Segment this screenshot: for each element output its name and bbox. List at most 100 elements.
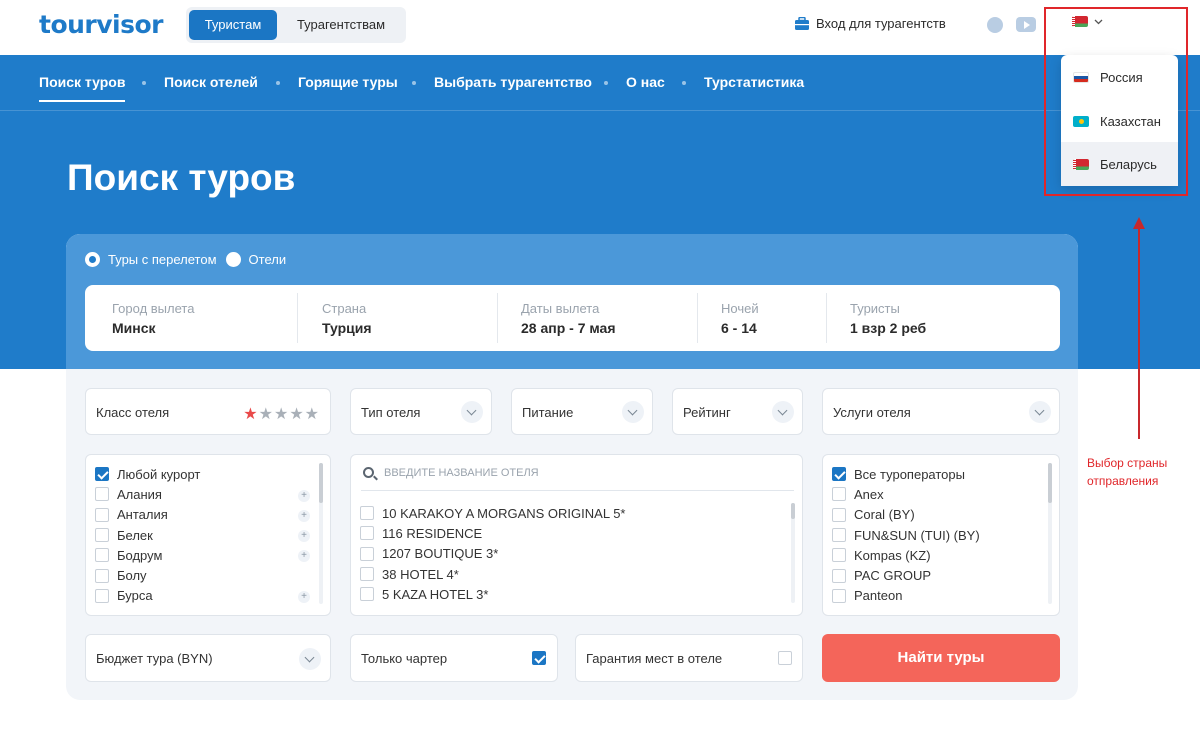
country-field[interactable]: Страна Турция: [322, 285, 497, 351]
radio-hotels[interactable]: [225, 252, 241, 267]
resort-name: Алания: [117, 486, 162, 502]
expand-plus-icon[interactable]: +: [298, 550, 310, 562]
checkbox[interactable]: [95, 467, 109, 482]
list-item[interactable]: Бурса: [95, 586, 200, 606]
checkbox[interactable]: [360, 526, 374, 541]
checkbox[interactable]: [360, 506, 374, 521]
star-icon[interactable]: ★: [305, 404, 320, 423]
resort-name: Бурса: [117, 588, 153, 604]
tourists-field[interactable]: Туристы 1 взр 2 реб: [850, 285, 1030, 351]
checkbox[interactable]: [95, 548, 109, 563]
budget-filter[interactable]: Бюджет тура (BYN): [85, 634, 331, 682]
operator-name: Coral (BY): [854, 507, 915, 523]
hotel-class-filter[interactable]: Класс отеля ★★★★★: [85, 388, 331, 435]
operator-name: FUN&SUN (TUI) (BY): [854, 527, 980, 543]
list-item[interactable]: Любой курорт: [95, 464, 200, 484]
youtube-icon[interactable]: [1016, 17, 1036, 32]
list-item[interactable]: Anex: [832, 484, 980, 504]
hotel-name: 38 HOTEL 4*: [382, 566, 459, 582]
main-search-fields: Город вылета Минск Страна Турция Даты вы…: [85, 285, 1060, 351]
list-item[interactable]: 10 KARAKOY A MORGANS ORIGINAL 5*: [360, 503, 625, 523]
list-item[interactable]: Бодрум: [95, 545, 200, 565]
field-divider: [497, 293, 498, 343]
nights-field[interactable]: Ночей 6 - 14: [721, 285, 826, 351]
list-item[interactable]: Kompas (KZ): [832, 545, 980, 565]
nav-item-tour-statistics[interactable]: Турстатистика: [704, 74, 804, 90]
hotel-services-filter[interactable]: Услуги отеля: [822, 388, 1060, 435]
list-item[interactable]: Все туроператоры: [832, 464, 980, 484]
nav-item-hotel-search[interactable]: Поиск отелей: [164, 74, 258, 90]
checkbox[interactable]: [832, 467, 846, 482]
list-item[interactable]: 116 RESIDENCE: [360, 523, 625, 543]
field-label: Город вылета: [112, 301, 195, 316]
tourists-tab[interactable]: Туристам: [189, 10, 277, 40]
agencies-tab[interactable]: Турагентствам: [281, 10, 401, 40]
checkbox[interactable]: [832, 487, 846, 502]
room-guarantee-option[interactable]: Гарантия мест в отеле: [575, 634, 803, 682]
star-icon[interactable]: ★: [274, 404, 289, 423]
checkbox[interactable]: [95, 487, 109, 502]
agent-login-link[interactable]: Вход для турагентств: [794, 16, 946, 31]
tourvisor-logo[interactable]: tourvisor: [39, 10, 164, 39]
checkbox[interactable]: [832, 548, 846, 563]
list-item[interactable]: FUN&SUN (TUI) (BY): [832, 525, 980, 545]
list-item[interactable]: Coral (BY): [832, 505, 980, 525]
list-item[interactable]: Анталия: [95, 505, 200, 525]
radio-tours-with-flight[interactable]: [85, 252, 100, 267]
expand-plus-icon[interactable]: +: [298, 591, 310, 603]
checkbox[interactable]: [95, 528, 109, 543]
find-tours-button[interactable]: Найти туры: [822, 634, 1060, 682]
list-item[interactable]: PAC GROUP: [832, 565, 980, 585]
nav-item-hot-tours[interactable]: Горящие туры: [298, 74, 398, 90]
star-icon[interactable]: ★: [289, 404, 304, 423]
top-bar: tourvisor Туристам Турагентствам Вход дл…: [0, 0, 1200, 55]
checkbox[interactable]: [832, 568, 846, 583]
field-value: 28 апр - 7 мая: [521, 320, 616, 336]
page-title: Поиск туров: [67, 157, 296, 198]
hotel-type-filter[interactable]: Тип отеля: [350, 388, 492, 435]
checkbox[interactable]: [360, 546, 374, 561]
radio-label-hotels: Отели: [248, 252, 287, 267]
nav-item-choose-agency[interactable]: Выбрать турагентство: [434, 74, 592, 90]
checkbox[interactable]: [832, 507, 846, 522]
hotel-search-input[interactable]: [384, 466, 764, 479]
plus-circle-icon[interactable]: [987, 17, 1003, 33]
checkbox[interactable]: [95, 507, 109, 522]
rating-filter[interactable]: Рейтинг: [672, 388, 803, 435]
hotel-name: 116 RESIDENCE: [382, 525, 483, 541]
departure-city-field[interactable]: Город вылета Минск: [112, 285, 297, 351]
filter-label: Бюджет тура (BYN): [96, 651, 213, 666]
list-item[interactable]: Алания: [95, 484, 200, 504]
star-icon[interactable]: ★: [243, 404, 258, 423]
scrollbar[interactable]: [319, 463, 323, 604]
checkbox[interactable]: [95, 588, 109, 603]
list-item[interactable]: Panteon: [832, 586, 980, 606]
expand-plus-icon[interactable]: +: [298, 530, 310, 542]
checkbox[interactable]: [360, 567, 374, 582]
star-rating[interactable]: ★★★★★: [243, 404, 320, 423]
field-value: 6 - 14: [721, 320, 757, 336]
list-item[interactable]: 38 HOTEL 4*: [360, 564, 625, 584]
room-guarantee-checkbox[interactable]: [778, 651, 792, 665]
nav-item-tour-search[interactable]: Поиск туров: [39, 74, 126, 102]
field-divider: [826, 293, 827, 343]
scrollbar[interactable]: [1048, 463, 1052, 604]
list-item[interactable]: Болу: [95, 565, 200, 585]
expand-plus-icon[interactable]: +: [298, 490, 310, 502]
field-label: Страна: [322, 301, 367, 316]
charter-only-option[interactable]: Только чартер: [350, 634, 558, 682]
star-icon[interactable]: ★: [259, 404, 274, 423]
list-item[interactable]: 1207 BOUTIQUE 3*: [360, 544, 625, 564]
expand-plus-icon[interactable]: +: [298, 510, 310, 522]
list-item[interactable]: Белек: [95, 525, 200, 545]
checkbox[interactable]: [832, 588, 846, 603]
departure-dates-field[interactable]: Даты вылета 28 апр - 7 мая: [521, 285, 696, 351]
checkbox[interactable]: [95, 568, 109, 583]
checkbox[interactable]: [360, 587, 374, 602]
scrollbar[interactable]: [791, 503, 795, 603]
charter-only-checkbox[interactable]: [532, 651, 546, 665]
list-item[interactable]: 5 KAZA HOTEL 3*: [360, 584, 625, 604]
checkbox[interactable]: [832, 528, 846, 543]
meal-filter[interactable]: Питание: [511, 388, 653, 435]
nav-item-about[interactable]: О нас: [626, 74, 665, 90]
